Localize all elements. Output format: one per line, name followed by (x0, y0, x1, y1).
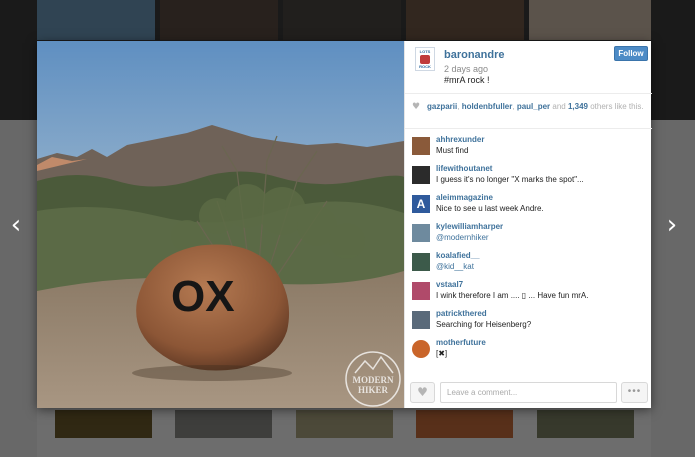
avatar[interactable] (412, 311, 430, 329)
comment-text: I guess it's no longer "X marks the spot… (436, 175, 584, 184)
post-timestamp[interactable]: 2 days ago (444, 64, 488, 74)
comment-item: lifewithoutanet I guess it's no longer "… (405, 164, 652, 192)
liker-link[interactable]: holdenbfuller (462, 102, 513, 111)
likes-count[interactable]: 1,349 (568, 102, 588, 111)
post-sidebar: LOTS ROCK baronandre 2 days ago #mrA roc… (404, 41, 652, 408)
likes-and-text: and (550, 102, 568, 111)
comment-text: Searching for Heisenberg? (436, 320, 532, 329)
liker-link[interactable]: gazparii (427, 102, 457, 111)
post-caption: #mrA rock ! (444, 75, 490, 85)
likes-others-text: others like this. (587, 102, 644, 111)
comment-username[interactable]: motherfuture (436, 338, 486, 347)
heart-icon: ♥ (412, 102, 421, 112)
comment-footer: ♥ ••• (405, 379, 652, 408)
avatar[interactable]: A (412, 195, 430, 213)
comment-item: patrickthered Searching for Heisenberg? (405, 309, 652, 337)
comment-item: kylewilliamharper @modernhiker (405, 222, 652, 250)
comment-text: @kid__kat (436, 262, 474, 271)
comment-username[interactable]: vstaal7 (436, 280, 463, 289)
comment-username[interactable]: koalafied__ (436, 251, 480, 260)
comment-username[interactable]: kylewilliamharper (436, 222, 503, 231)
liker-link[interactable]: paul_per (517, 102, 550, 111)
post-username[interactable]: baronandre (444, 49, 505, 61)
comment-input[interactable] (440, 382, 617, 403)
comment-text: Must find (436, 146, 469, 155)
chevron-left-icon[interactable]: ‹ (4, 210, 28, 240)
comment-item: A aleimmagazine Nice to see u last week … (405, 193, 652, 221)
avatar[interactable] (412, 253, 430, 271)
comments-list[interactable]: ahhrexunder Must find lifewithoutanet I … (405, 133, 652, 373)
ellipsis-icon[interactable]: ••• (621, 382, 648, 403)
avatar-badge-bottom: ROCK (419, 64, 431, 69)
post-photo: OX MODERN HIKER (37, 41, 404, 408)
avatar[interactable] (412, 166, 430, 184)
desert-rock-photo: OX MODERN HIKER (37, 41, 404, 408)
like-button[interactable]: ♥ (410, 382, 435, 403)
watermark-line1: MODERN (353, 375, 394, 385)
watermark-line2: HIKER (358, 385, 389, 395)
avatar-badge-top: LOTS (419, 49, 431, 54)
avatar[interactable] (412, 282, 430, 300)
comment-text: @modernhiker (436, 233, 489, 242)
comment-username[interactable]: lifewithoutanet (436, 164, 492, 173)
avatar-badge-image (420, 55, 430, 64)
avatar[interactable] (412, 340, 430, 358)
comment-item: vstaal7 I wink therefore I am .... ▯ ...… (405, 280, 652, 308)
chevron-right-icon[interactable]: › (660, 210, 684, 240)
comment-username[interactable]: ahhrexunder (436, 135, 484, 144)
comment-text: Nice to see u last week Andre. (436, 204, 544, 213)
avatar[interactable] (412, 137, 430, 155)
heart-icon: ♥ (417, 385, 428, 399)
comment-item: motherfuture [✖] (405, 338, 652, 366)
comment-username[interactable]: patrickthered (436, 309, 487, 318)
follow-button[interactable]: Follow (614, 46, 648, 61)
mention-link[interactable]: @modernhiker (436, 233, 489, 242)
post-header: LOTS ROCK baronandre 2 days ago #mrA roc… (405, 41, 652, 94)
likes-summary: ♥ gazparii, holdenbfuller, paul_per and … (405, 95, 652, 129)
comment-text: [✖] (436, 349, 448, 358)
comment-text: I wink therefore I am .... ▯ ... Have fu… (436, 291, 589, 300)
mention-link[interactable]: @kid__kat (436, 262, 474, 271)
comment-username[interactable]: aleimmagazine (436, 193, 493, 202)
avatar[interactable] (412, 224, 430, 242)
avatar[interactable]: LOTS ROCK (415, 47, 435, 71)
comment-item: koalafied__ @kid__kat (405, 251, 652, 279)
rock-graffiti: OX (171, 272, 235, 321)
comment-item: ahhrexunder Must find (405, 135, 652, 163)
photo-modal: OX MODERN HIKER LOTS ROCK baronandre 2 d… (37, 41, 652, 408)
